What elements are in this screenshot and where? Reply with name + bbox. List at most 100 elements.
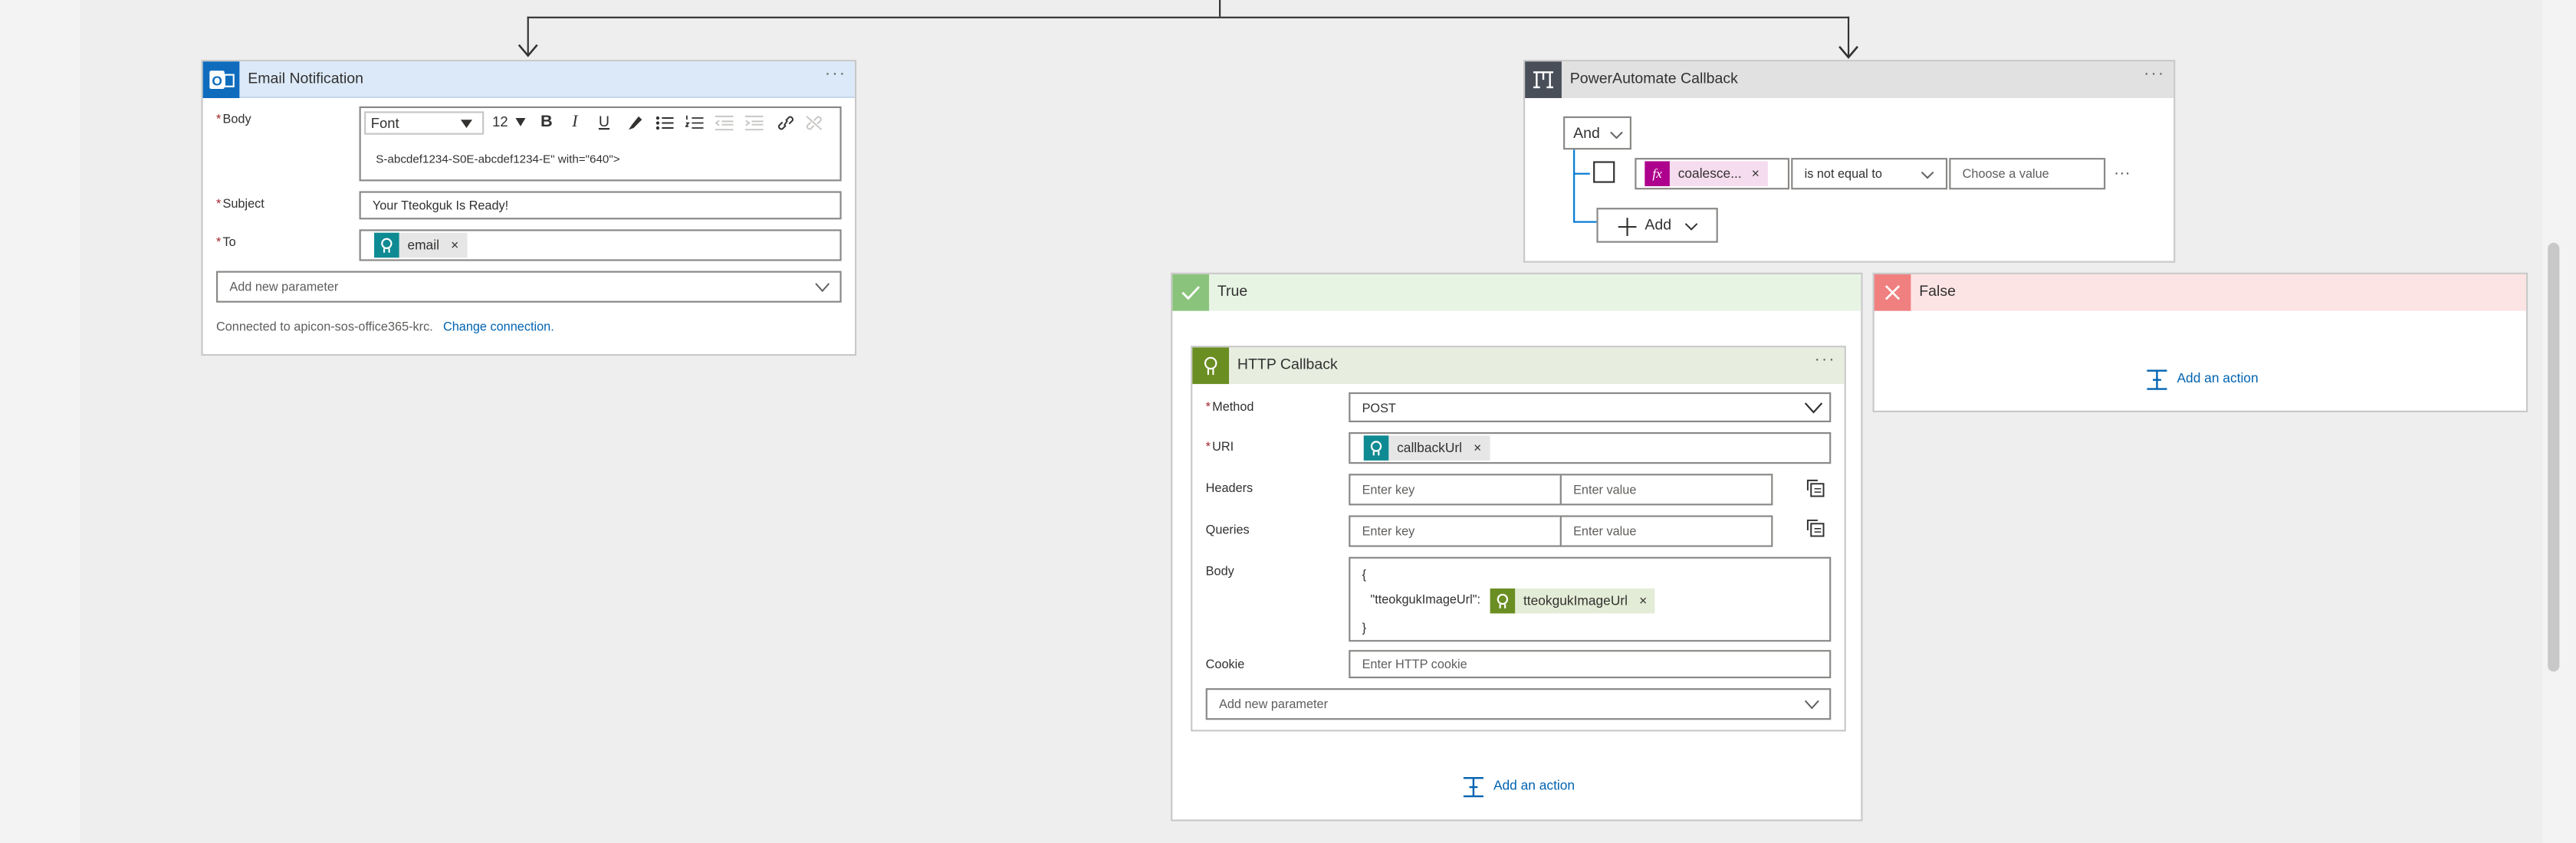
insert-link-icon[interactable]: [777, 115, 795, 132]
http-body-editor[interactable]: { "tteokgukImageUrl": tteokgukImageUrl ×…: [1349, 556, 1832, 642]
method-label: * Method: [1205, 399, 1254, 415]
add-action-icon: [1463, 776, 1484, 798]
checkmark-icon: [1172, 274, 1210, 311]
left-operand-input[interactable]: fx coalesce... ×: [1635, 158, 1790, 190]
expression-token[interactable]: fx coalesce... ×: [1644, 161, 1768, 186]
queries-label: Queries: [1205, 522, 1250, 537]
caret-down-icon: [515, 118, 526, 126]
font-size-select[interactable]: 12: [488, 111, 534, 134]
email-notification-card[interactable]: O Email Notification ··· * Body Font 12 B…: [201, 60, 857, 356]
tteokgukimageurl-token[interactable]: tteokgukImageUrl ×: [1490, 588, 1656, 614]
http-webhook-icon: [1490, 588, 1516, 614]
remove-token-icon[interactable]: ×: [451, 238, 458, 253]
subject-label: * Subject: [215, 195, 264, 212]
arrow-down-icon: [1838, 45, 1858, 59]
remove-token-icon[interactable]: ×: [1474, 441, 1481, 456]
true-branch-panel[interactable]: True HTTP Callback ··· * Method POST * URI: [1171, 272, 1863, 822]
chevron-down-icon: [1684, 223, 1698, 231]
more-options-icon[interactable]: ···: [2144, 65, 2165, 84]
http-webhook-icon: [1192, 347, 1230, 385]
remove-token-icon[interactable]: ×: [1639, 593, 1647, 608]
chevron-down-icon: [815, 283, 830, 293]
chevron-down-icon: [1804, 402, 1823, 414]
highlight-pen-icon[interactable]: [627, 115, 644, 132]
decrease-indent-icon[interactable]: [715, 115, 734, 132]
close-icon: [1874, 274, 1911, 311]
branch-title: True: [1217, 282, 1248, 300]
add-action-icon: [2147, 369, 2167, 390]
callbackurl-token[interactable]: callbackUrl ×: [1363, 435, 1490, 461]
branch-header[interactable]: False: [1874, 274, 2527, 311]
svg-text:O: O: [212, 73, 222, 88]
add-condition-button[interactable]: Add: [1596, 208, 1718, 243]
operator-dropdown[interactable]: is not equal to: [1791, 158, 1948, 190]
subject-input[interactable]: Your Tteokguk Is Ready!: [359, 191, 842, 220]
expression-fx-icon: fx: [1644, 161, 1670, 186]
header-key-input[interactable]: Enter key: [1349, 474, 1562, 506]
vertical-scrollbar-thumb[interactable]: [2548, 242, 2560, 672]
to-input[interactable]: email ×: [359, 229, 842, 261]
condition-card[interactable]: PowerAutomate Callback ··· And fx coales…: [1523, 60, 2176, 263]
card-header[interactable]: PowerAutomate Callback ···: [1525, 61, 2174, 98]
condition-icon: [1525, 61, 1562, 98]
body-label: Body: [1205, 563, 1234, 579]
right-operand-input[interactable]: Choose a value: [1949, 158, 2106, 190]
remove-link-icon[interactable]: [805, 115, 823, 132]
bulleted-list-icon[interactable]: [656, 115, 674, 132]
false-branch-panel[interactable]: False Add an action: [1872, 272, 2528, 412]
plus-icon: [1618, 218, 1637, 237]
connector-line: [527, 16, 1850, 18]
cookie-label: Cookie: [1205, 656, 1245, 672]
tree-line: [1573, 149, 1576, 221]
card-title: HTTP Callback: [1237, 356, 1338, 372]
card-header[interactable]: HTTP Callback ···: [1192, 347, 1845, 385]
uri-label: * URI: [1205, 438, 1234, 454]
row-select-checkbox[interactable]: [1593, 161, 1615, 183]
remove-token-icon[interactable]: ×: [1752, 166, 1760, 182]
body-open-brace: {: [1362, 566, 1367, 582]
change-connection-link[interactable]: Change connection.: [443, 319, 554, 334]
arrow-down-icon: [518, 44, 538, 57]
body-json-key: "tteokgukImageUrl":: [1370, 592, 1480, 607]
header-value-input[interactable]: Enter value: [1559, 474, 1773, 506]
dynamic-content-icon: [374, 232, 399, 258]
connector-line: [1219, 0, 1221, 17]
switch-to-text-mode-icon[interactable]: [1806, 519, 1825, 537]
underline-button[interactable]: U: [599, 113, 610, 130]
branch-header[interactable]: True: [1172, 274, 1861, 311]
card-title: PowerAutomate Callback: [1569, 70, 1738, 87]
chevron-down-icon: [1804, 700, 1819, 710]
connection-info: Connected to apicon-sos-office365-krc. C…: [215, 319, 554, 335]
card-title: Email Notification: [248, 70, 364, 87]
dynamic-content-icon: [1363, 435, 1389, 461]
chevron-down-icon: [1610, 131, 1623, 139]
and-or-dropdown[interactable]: And: [1563, 116, 1631, 150]
add-new-parameter-dropdown[interactable]: Add new parameter: [1205, 688, 1832, 720]
outlook-icon: O: [202, 61, 240, 98]
switch-to-text-mode-icon[interactable]: [1806, 479, 1825, 497]
more-options-icon[interactable]: ···: [1815, 351, 1836, 369]
increase-indent-icon[interactable]: [744, 115, 764, 132]
body-editor[interactable]: Font 12 B I U S-abcdef1234-S0E-abcdef123…: [359, 106, 842, 182]
uri-input[interactable]: callbackUrl ×: [1349, 431, 1832, 464]
body-close-brace: }: [1362, 620, 1367, 635]
http-callback-card[interactable]: HTTP Callback ··· * Method POST * URI call…: [1191, 346, 1846, 732]
body-content[interactable]: S-abcdef1234-S0E-abcdef1234-E" with="640…: [376, 155, 619, 166]
more-options-icon[interactable]: ···: [825, 65, 846, 84]
cookie-input[interactable]: Enter HTTP cookie: [1349, 650, 1832, 679]
email-token[interactable]: email ×: [374, 232, 468, 258]
tree-line: [1573, 172, 1590, 175]
method-dropdown[interactable]: POST: [1349, 392, 1832, 422]
add-new-parameter-dropdown[interactable]: Add new parameter: [215, 271, 842, 303]
query-value-input[interactable]: Enter value: [1559, 515, 1773, 547]
query-key-input[interactable]: Enter key: [1349, 515, 1562, 547]
italic-button[interactable]: I: [572, 113, 577, 132]
row-more-options-icon[interactable]: ···: [2114, 165, 2131, 183]
font-select[interactable]: Font: [364, 111, 485, 135]
body-label: * Body: [215, 111, 251, 126]
numbered-list-icon[interactable]: [685, 115, 704, 132]
bold-button[interactable]: B: [540, 113, 553, 132]
headers-label: Headers: [1205, 480, 1254, 496]
caret-down-icon: [460, 120, 473, 129]
card-header[interactable]: O Email Notification ···: [202, 61, 855, 98]
